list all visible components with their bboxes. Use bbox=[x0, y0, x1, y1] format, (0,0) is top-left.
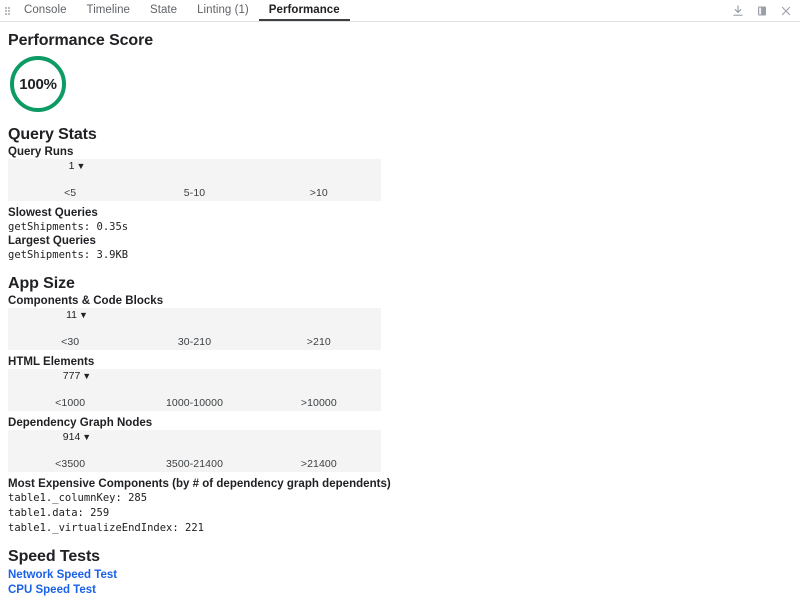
score-ring: 100% bbox=[10, 56, 66, 112]
drag-handle[interactable] bbox=[0, 0, 14, 21]
performance-score-heading: Performance Score bbox=[8, 32, 154, 49]
close-icon[interactable] bbox=[779, 4, 792, 17]
gauge-bar bbox=[8, 322, 381, 335]
gauge-bar bbox=[8, 173, 381, 186]
triangle-down-icon: ▼ bbox=[76, 160, 86, 171]
html-elements-gauge: 777 ▼ <1000 1000-10000 >10000 bbox=[8, 369, 381, 411]
gauge-marker: 777 ▼ bbox=[63, 370, 91, 382]
gauge-marker-value: 777 bbox=[62, 370, 81, 382]
tab-timeline[interactable]: Timeline bbox=[77, 0, 140, 21]
query-runs-label: Query Runs bbox=[8, 146, 74, 158]
gauge-range-label: >21400 bbox=[300, 458, 337, 470]
gauge-marker-row: 1 ▼ bbox=[8, 159, 381, 173]
tab-label: Console bbox=[24, 3, 67, 16]
gauge-range-label: >10000 bbox=[300, 397, 337, 409]
gauge-marker: 914 ▼ bbox=[63, 431, 91, 443]
gauge-range-label: 1000-10000 bbox=[165, 397, 224, 409]
gauge-marker: 1 ▼ bbox=[69, 160, 86, 172]
gauge-range-labels: <30 30-210 >210 bbox=[8, 335, 381, 350]
gauge-bar bbox=[8, 444, 381, 457]
triangle-down-icon: ▼ bbox=[78, 309, 88, 320]
dock-panel-icon[interactable] bbox=[755, 4, 768, 17]
gauge-range-labels: <5 5-10 >10 bbox=[8, 186, 381, 201]
slowest-query-item: getShipments: 0.35s bbox=[8, 221, 129, 233]
gauge-range-labels: <3500 3500-21400 >21400 bbox=[8, 457, 381, 472]
html-elements-label: HTML Elements bbox=[8, 356, 95, 368]
components-label: Components & Code Blocks bbox=[8, 295, 164, 307]
triangle-down-icon: ▼ bbox=[82, 431, 92, 442]
largest-query-item: getShipments: 3.9KB bbox=[8, 249, 129, 261]
gauge-bar bbox=[8, 383, 381, 396]
tab-label: Linting (1) bbox=[197, 3, 249, 16]
query-stats-heading: Query Stats bbox=[8, 126, 97, 143]
performance-panel: Performance Score 100% Query Stats Query… bbox=[0, 22, 800, 598]
dependency-nodes-label: Dependency Graph Nodes bbox=[8, 417, 153, 429]
gauge-marker-row: 11 ▼ bbox=[8, 308, 381, 322]
tab-label: Performance bbox=[268, 3, 340, 16]
performance-score-gauge: 100% bbox=[10, 56, 792, 112]
gauge-marker-row: 914 ▼ bbox=[8, 430, 381, 444]
tab-performance[interactable]: Performance bbox=[258, 0, 350, 21]
app-size-heading: App Size bbox=[8, 275, 75, 292]
tab-bar: Console Timeline State Linting (1) Perfo… bbox=[14, 0, 350, 21]
gauge-marker: 11 ▼ bbox=[66, 309, 88, 321]
tab-console[interactable]: Console bbox=[14, 0, 77, 21]
largest-queries-label: Largest Queries bbox=[8, 235, 96, 247]
gauge-range-label: <3500 bbox=[55, 458, 86, 470]
score-value: 100% bbox=[19, 75, 57, 93]
gauge-range-label: >10 bbox=[309, 187, 328, 199]
tab-linting[interactable]: Linting (1) bbox=[187, 0, 259, 21]
tab-label: Timeline bbox=[86, 3, 130, 16]
cpu-speed-test-link[interactable]: CPU Speed Test bbox=[8, 583, 96, 598]
gauge-marker-value: 914 bbox=[62, 431, 81, 443]
gauge-range-labels: <1000 1000-10000 >10000 bbox=[8, 396, 381, 411]
gauge-marker-value: 1 bbox=[68, 160, 75, 172]
triangle-down-icon: ▼ bbox=[82, 370, 92, 381]
debugger-toolbar: Console Timeline State Linting (1) Perfo… bbox=[0, 0, 800, 22]
gauge-range-label: <5 bbox=[64, 187, 77, 199]
query-runs-gauge: 1 ▼ <5 5-10 >10 bbox=[8, 159, 381, 201]
expensive-component-item: table1.data: 259 bbox=[8, 507, 110, 519]
dependency-nodes-gauge: 914 ▼ <3500 3500-21400 >21400 bbox=[8, 430, 381, 472]
gauge-range-label: >210 bbox=[306, 336, 331, 348]
toolbar-actions bbox=[731, 0, 800, 21]
gauge-range-label: 30-210 bbox=[177, 336, 212, 348]
expensive-components-label: Most Expensive Components (by # of depen… bbox=[8, 478, 391, 490]
tab-state[interactable]: State bbox=[140, 0, 187, 21]
download-icon[interactable] bbox=[731, 4, 744, 17]
components-gauge: 11 ▼ <30 30-210 >210 bbox=[8, 308, 381, 350]
expensive-component-item: table1._virtualizeEndIndex: 221 bbox=[8, 522, 204, 534]
gauge-range-label: <1000 bbox=[55, 397, 86, 409]
slowest-queries-label: Slowest Queries bbox=[8, 207, 98, 219]
gauge-range-label: 5-10 bbox=[183, 187, 206, 199]
speed-tests-heading: Speed Tests bbox=[8, 548, 100, 565]
gauge-range-label: 3500-21400 bbox=[165, 458, 224, 470]
expensive-component-item: table1._columnKey: 285 bbox=[8, 492, 148, 504]
gauge-marker-value: 11 bbox=[66, 309, 77, 321]
network-speed-test-link[interactable]: Network Speed Test bbox=[8, 568, 117, 583]
tab-label: State bbox=[149, 3, 178, 16]
gauge-marker-row: 777 ▼ bbox=[8, 369, 381, 383]
drag-dots-icon bbox=[4, 6, 10, 15]
gauge-range-label: <30 bbox=[61, 336, 80, 348]
